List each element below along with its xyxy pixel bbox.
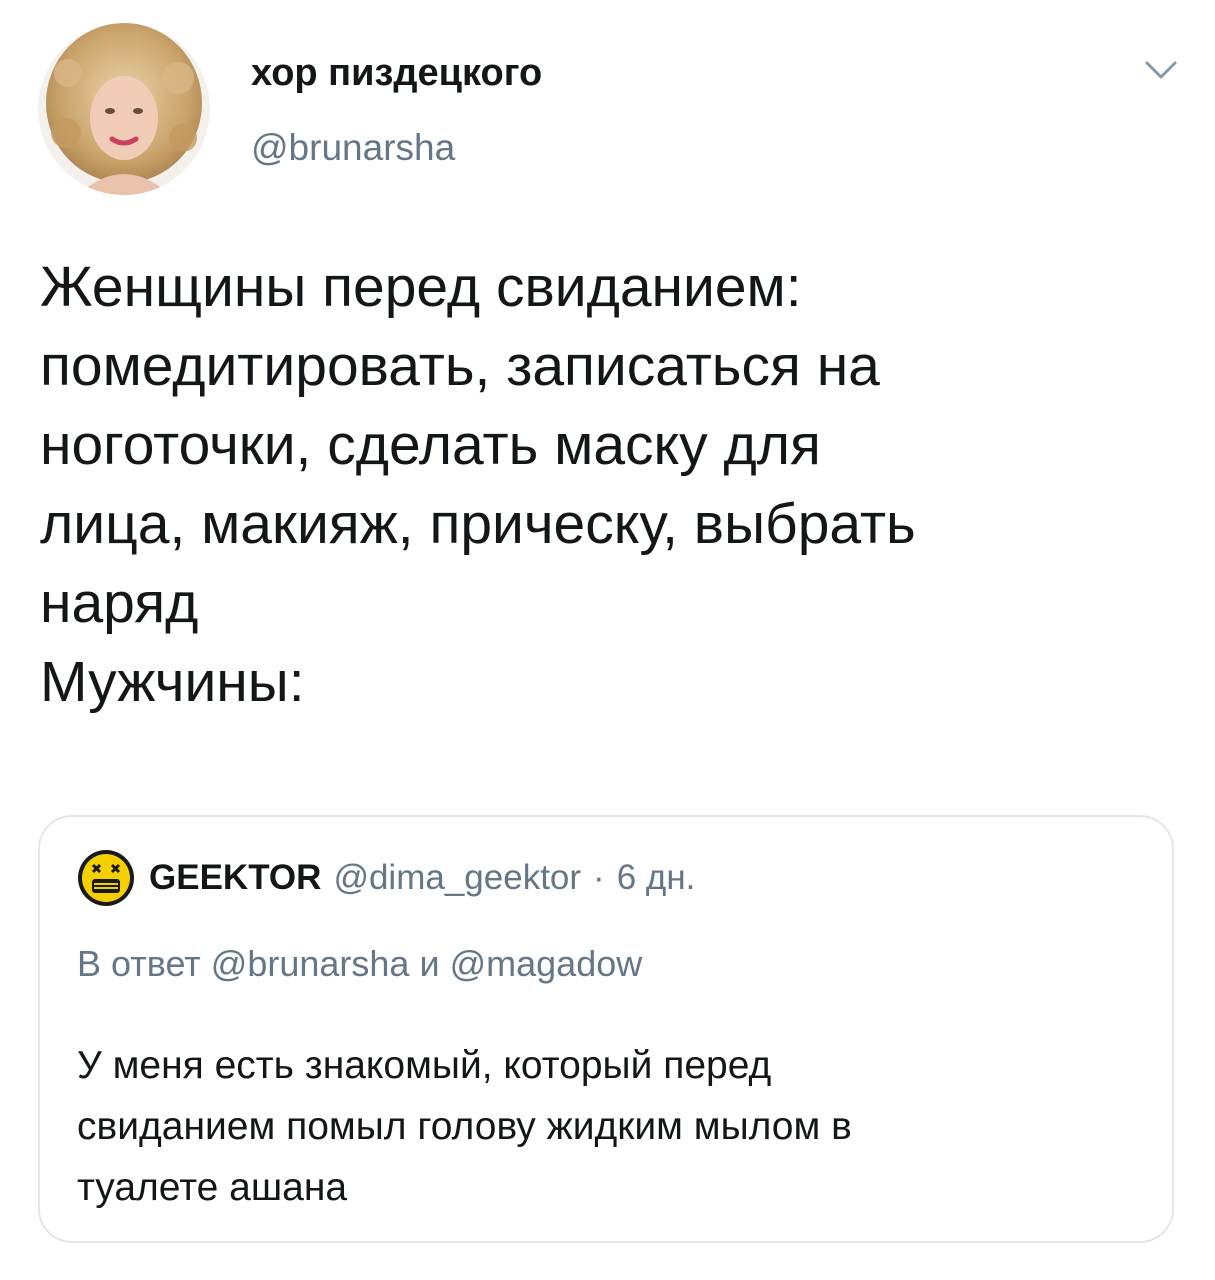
reply-mention[interactable]: @brunarsha	[211, 943, 410, 984]
quoted-text-line: свиданием помыл голову жидким мылом в	[77, 1105, 852, 1148]
quoted-timestamp: 6 дн.	[616, 858, 696, 897]
quoted-text-line: У меня есть знакомый, который перед	[77, 1044, 772, 1087]
reply-prefix: В ответ	[77, 943, 201, 984]
tweet-menu-button[interactable]	[1143, 55, 1179, 85]
reply-mention[interactable]: @magadow	[450, 943, 643, 984]
chevron-down-icon	[1145, 61, 1177, 79]
reply-conjunction: и	[419, 943, 440, 984]
tweet-text-line: Женщины перед свиданием:	[40, 255, 802, 319]
quoted-author-handle: @dima_geektor	[333, 858, 582, 897]
quoted-separator: ·	[593, 858, 605, 897]
author-avatar[interactable]	[38, 23, 210, 195]
tweet-text-line: Мужчины:	[40, 650, 305, 714]
quoted-tweet-card[interactable]: GEEKTOR @dima_geektor · 6 дн. В ответ @b…	[38, 815, 1174, 1243]
quoted-author-name: GEEKTOR	[149, 858, 322, 897]
tweet-text-line: наряд	[40, 571, 199, 635]
quoted-text-line: туалете ашана	[77, 1166, 348, 1209]
tweet-text: Женщины перед свиданием: помедитировать,…	[40, 248, 1180, 722]
author-handle[interactable]: @brunarsha	[251, 127, 455, 169]
tweet-text-line: ноготочки, сделать маску для	[40, 413, 821, 477]
reply-context: В ответ @brunarsha и @magadow	[77, 943, 642, 985]
author-display-name[interactable]: хор пиздецкого	[251, 52, 542, 95]
tweet-text-line: лица, макияж, прическу, выбрать	[40, 492, 916, 556]
user-avatar-photo-icon	[38, 23, 210, 195]
geektor-emoji-avatar-icon	[78, 850, 134, 906]
tweet-text-line: помедитировать, записаться на	[40, 334, 880, 398]
quoted-tweet-header: GEEKTOR @dima_geektor · 6 дн.	[77, 850, 695, 906]
quoted-tweet-text: У меня есть знакомый, который перед свид…	[77, 1035, 1137, 1218]
